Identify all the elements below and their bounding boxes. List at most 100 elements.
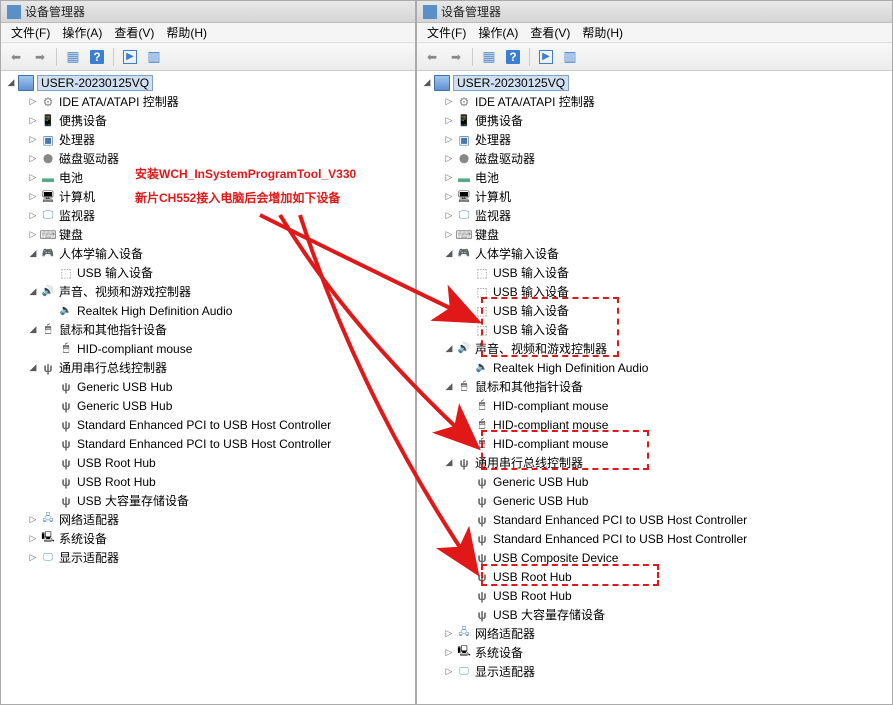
tree-node[interactable]: 计算机 — [417, 187, 892, 206]
expander-icon[interactable] — [443, 191, 455, 202]
menu-help[interactable]: 帮助(H) — [160, 22, 213, 43]
expander-icon[interactable] — [443, 628, 455, 639]
tree-node[interactable]: IDE ATA/ATAPI 控制器 — [1, 92, 415, 111]
tree-node[interactable]: 通用串行总线控制器 — [417, 453, 892, 472]
expander-icon[interactable] — [443, 115, 455, 126]
expander-icon[interactable] — [27, 248, 39, 259]
tree-node[interactable]: 磁盘驱动器 — [1, 149, 415, 168]
update-button[interactable] — [119, 46, 141, 68]
update-button[interactable] — [535, 46, 557, 68]
tree-node[interactable]: USB 大容量存储设备 — [1, 491, 415, 510]
expander-icon[interactable] — [421, 77, 433, 88]
tree-node[interactable]: Realtek High Definition Audio — [417, 358, 892, 377]
tree-node[interactable]: USB Root Hub — [1, 453, 415, 472]
expander-icon[interactable] — [443, 248, 455, 259]
tree-node[interactable]: 鼠标和其他指针设备 — [417, 377, 892, 396]
tree-node[interactable]: IDE ATA/ATAPI 控制器 — [417, 92, 892, 111]
menu-file[interactable]: 文件(F) — [5, 22, 56, 43]
tree-node[interactable]: Realtek High Definition Audio — [1, 301, 415, 320]
expander-icon[interactable] — [27, 286, 39, 297]
tree-node[interactable]: 键盘 — [417, 225, 892, 244]
properties-button[interactable] — [62, 46, 84, 68]
tree-node[interactable]: 电池 — [1, 168, 415, 187]
tree-root[interactable]: USER-20230125VQ — [1, 73, 415, 92]
device-tree[interactable]: USER-20230125VQIDE ATA/ATAPI 控制器便携设备处理器磁… — [1, 71, 415, 704]
tree-node[interactable]: Standard Enhanced PCI to USB Host Contro… — [417, 510, 892, 529]
expander-icon[interactable] — [27, 210, 39, 221]
tree-node[interactable]: 计算机 — [1, 187, 415, 206]
menu-view[interactable]: 查看(V) — [108, 22, 160, 43]
tree-node[interactable]: Generic USB Hub — [1, 396, 415, 415]
tree-node[interactable]: 系统设备 — [1, 529, 415, 548]
expander-icon[interactable] — [443, 343, 455, 354]
help-button[interactable] — [86, 46, 108, 68]
tree-node[interactable]: 显示适配器 — [1, 548, 415, 567]
tree-node[interactable]: 网络适配器 — [1, 510, 415, 529]
tree-node[interactable]: USB Root Hub — [1, 472, 415, 491]
menu-view[interactable]: 查看(V) — [524, 22, 576, 43]
tree-node[interactable]: USB 输入设备 — [417, 263, 892, 282]
tree-node[interactable]: 鼠标和其他指针设备 — [1, 320, 415, 339]
tree-node[interactable]: Standard Enhanced PCI to USB Host Contro… — [1, 434, 415, 453]
expander-icon[interactable] — [443, 381, 455, 392]
back-button[interactable] — [5, 46, 27, 68]
tree-node[interactable]: USB 输入设备 — [417, 320, 892, 339]
tree-node[interactable]: 人体学输入设备 — [1, 244, 415, 263]
titlebar[interactable]: 设备管理器 — [1, 1, 415, 23]
expander-icon[interactable] — [27, 533, 39, 544]
tree-node[interactable]: USB 大容量存储设备 — [417, 605, 892, 624]
expander-icon[interactable] — [443, 153, 455, 164]
expander-icon[interactable] — [27, 134, 39, 145]
tree-node[interactable]: 通用串行总线控制器 — [1, 358, 415, 377]
expander-icon[interactable] — [443, 96, 455, 107]
scan-button[interactable] — [559, 46, 581, 68]
expander-icon[interactable] — [27, 153, 39, 164]
device-tree[interactable]: USER-20230125VQIDE ATA/ATAPI 控制器便携设备处理器磁… — [417, 71, 892, 704]
expander-icon[interactable] — [443, 172, 455, 183]
scan-button[interactable] — [143, 46, 165, 68]
tree-node[interactable]: USB 输入设备 — [417, 282, 892, 301]
tree-node[interactable]: USB Root Hub — [417, 586, 892, 605]
titlebar[interactable]: 设备管理器 — [417, 1, 892, 23]
tree-node[interactable]: USB 输入设备 — [1, 263, 415, 282]
tree-node[interactable]: 键盘 — [1, 225, 415, 244]
tree-node[interactable]: 便携设备 — [417, 111, 892, 130]
expander-icon[interactable] — [5, 77, 17, 88]
expander-icon[interactable] — [27, 191, 39, 202]
tree-node[interactable]: 便携设备 — [1, 111, 415, 130]
tree-node[interactable]: HID-compliant mouse — [417, 434, 892, 453]
tree-node[interactable]: USB Composite Device — [417, 548, 892, 567]
menu-file[interactable]: 文件(F) — [421, 22, 472, 43]
expander-icon[interactable] — [27, 514, 39, 525]
expander-icon[interactable] — [443, 229, 455, 240]
tree-node[interactable]: 监视器 — [1, 206, 415, 225]
tree-node[interactable]: 人体学输入设备 — [417, 244, 892, 263]
tree-node[interactable]: HID-compliant mouse — [417, 396, 892, 415]
expander-icon[interactable] — [443, 647, 455, 658]
tree-root[interactable]: USER-20230125VQ — [417, 73, 892, 92]
menu-action[interactable]: 操作(A) — [472, 22, 524, 43]
tree-node[interactable]: 处理器 — [1, 130, 415, 149]
tree-node[interactable]: HID-compliant mouse — [1, 339, 415, 358]
tree-node[interactable]: 处理器 — [417, 130, 892, 149]
tree-node[interactable]: 电池 — [417, 168, 892, 187]
tree-node[interactable]: Generic USB Hub — [1, 377, 415, 396]
expander-icon[interactable] — [27, 172, 39, 183]
tree-node[interactable]: 声音、视频和游戏控制器 — [1, 282, 415, 301]
expander-icon[interactable] — [27, 362, 39, 373]
tree-node[interactable]: Standard Enhanced PCI to USB Host Contro… — [417, 529, 892, 548]
tree-node[interactable]: USB Root Hub — [417, 567, 892, 586]
expander-icon[interactable] — [443, 457, 455, 468]
expander-icon[interactable] — [443, 666, 455, 677]
expander-icon[interactable] — [443, 134, 455, 145]
tree-node[interactable]: Standard Enhanced PCI to USB Host Contro… — [1, 415, 415, 434]
tree-node[interactable]: 显示适配器 — [417, 662, 892, 681]
expander-icon[interactable] — [27, 552, 39, 563]
tree-node[interactable]: USB 输入设备 — [417, 301, 892, 320]
expander-icon[interactable] — [27, 96, 39, 107]
tree-node[interactable]: 网络适配器 — [417, 624, 892, 643]
tree-node[interactable]: 系统设备 — [417, 643, 892, 662]
menu-help[interactable]: 帮助(H) — [576, 22, 629, 43]
tree-node[interactable]: Generic USB Hub — [417, 491, 892, 510]
tree-node[interactable]: 声音、视频和游戏控制器 — [417, 339, 892, 358]
